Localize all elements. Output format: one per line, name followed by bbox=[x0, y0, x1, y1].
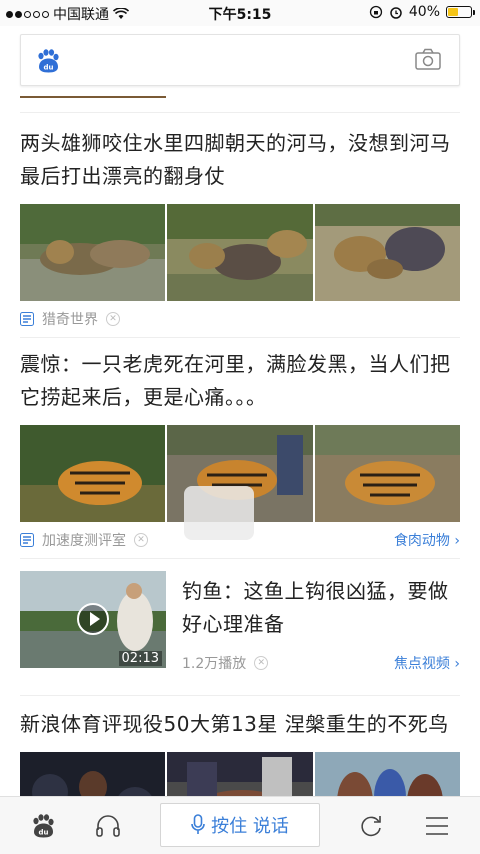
baidu-paw-icon: du bbox=[38, 49, 59, 73]
microphone-icon bbox=[191, 814, 205, 834]
rotation-lock-icon bbox=[369, 5, 383, 19]
search-input[interactable]: du bbox=[20, 34, 460, 86]
video-info[interactable]: 钓鱼：这鱼上钩很凶猛，要做好心理准备 1.2万播放 ✕ 焦点视频 › bbox=[182, 571, 460, 681]
play-count: 1.2万播放 bbox=[182, 656, 247, 672]
app-screen: { "status_bar": { "carrier": "中国联通", "ti… bbox=[0, 0, 480, 854]
refresh-icon[interactable] bbox=[358, 813, 384, 839]
source-name[interactable]: 猎奇世界 bbox=[42, 309, 98, 329]
article-image[interactable] bbox=[314, 204, 460, 301]
article-image[interactable] bbox=[20, 425, 166, 522]
article-title[interactable]: 新浪体育评现役50大第13星 涅槃重生的不死鸟 bbox=[20, 708, 460, 741]
menu-icon[interactable] bbox=[424, 813, 450, 839]
battery-percent: 40% bbox=[408, 4, 440, 20]
news-feed[interactable]: 两头雄狮咬住水里四脚朝天的河马，没想到河马最后打出漂亮的翻身仗 猎奇世界 ✕ 震… bbox=[0, 96, 480, 849]
dismiss-icon[interactable]: ✕ bbox=[134, 533, 148, 547]
source-name[interactable]: 加速度测评室 bbox=[42, 530, 126, 550]
article-image[interactable] bbox=[20, 204, 166, 301]
bottom-toolbar: du 按住 说话 bbox=[0, 796, 480, 854]
svg-text:du: du bbox=[44, 64, 54, 72]
headphones-icon[interactable] bbox=[95, 813, 121, 839]
article-title[interactable]: 两头雄狮咬住水里四脚朝天的河马，没想到河马最后打出漂亮的翻身仗 bbox=[20, 127, 460, 193]
play-icon[interactable] bbox=[77, 603, 109, 635]
battery-icon bbox=[446, 6, 475, 18]
status-right: 40% bbox=[369, 4, 475, 20]
source-icon bbox=[20, 533, 34, 547]
category-tag-label: 焦点视频 bbox=[393, 656, 450, 672]
category-tag-label: 食肉动物 bbox=[393, 533, 450, 549]
floating-overlay bbox=[184, 486, 254, 540]
voice-search-label: 按住 说话 bbox=[211, 816, 289, 837]
svg-text:du: du bbox=[39, 829, 49, 837]
video-meta: 1.2万播放 ✕ 焦点视频 › bbox=[182, 645, 460, 681]
alarm-icon bbox=[390, 7, 402, 19]
divider bbox=[20, 558, 460, 559]
article-meta: 猎奇世界 ✕ bbox=[20, 301, 460, 337]
dismiss-icon[interactable]: ✕ bbox=[254, 656, 269, 670]
article-image[interactable] bbox=[167, 204, 313, 301]
source-icon bbox=[20, 312, 34, 326]
voice-search-button[interactable]: 按住 说话 bbox=[160, 803, 320, 847]
camera-icon[interactable] bbox=[415, 48, 441, 70]
image-row[interactable] bbox=[20, 204, 460, 301]
home-paw-icon[interactable]: du bbox=[30, 813, 56, 839]
article-title[interactable]: 震惊：一只老虎死在河里，满脸发黑，当人们把它捞起来后，更是心痛。。。 bbox=[20, 348, 460, 414]
category-tag[interactable]: 食肉动物 › bbox=[394, 530, 460, 550]
video-title[interactable]: 钓鱼：这鱼上钩很凶猛，要做好心理准备 bbox=[182, 575, 460, 641]
category-tag[interactable]: 焦点视频 › bbox=[394, 653, 460, 673]
article-card[interactable]: 两头雄狮咬住水里四脚朝天的河马，没想到河马最后打出漂亮的翻身仗 猎奇世界 ✕ bbox=[0, 113, 480, 337]
article-image[interactable] bbox=[314, 425, 460, 522]
dismiss-icon[interactable]: ✕ bbox=[106, 312, 120, 326]
search-header: du bbox=[0, 26, 480, 96]
video-thumbnail[interactable]: 02:13 bbox=[20, 571, 166, 668]
video-duration: 02:13 bbox=[118, 651, 162, 666]
video-card[interactable]: 02:13 钓鱼：这鱼上钩很凶猛，要做好心理准备 1.2万播放 ✕ 焦点视频 › bbox=[0, 571, 480, 681]
status-bar: 中国联通 下午5:15 40% bbox=[0, 0, 480, 26]
